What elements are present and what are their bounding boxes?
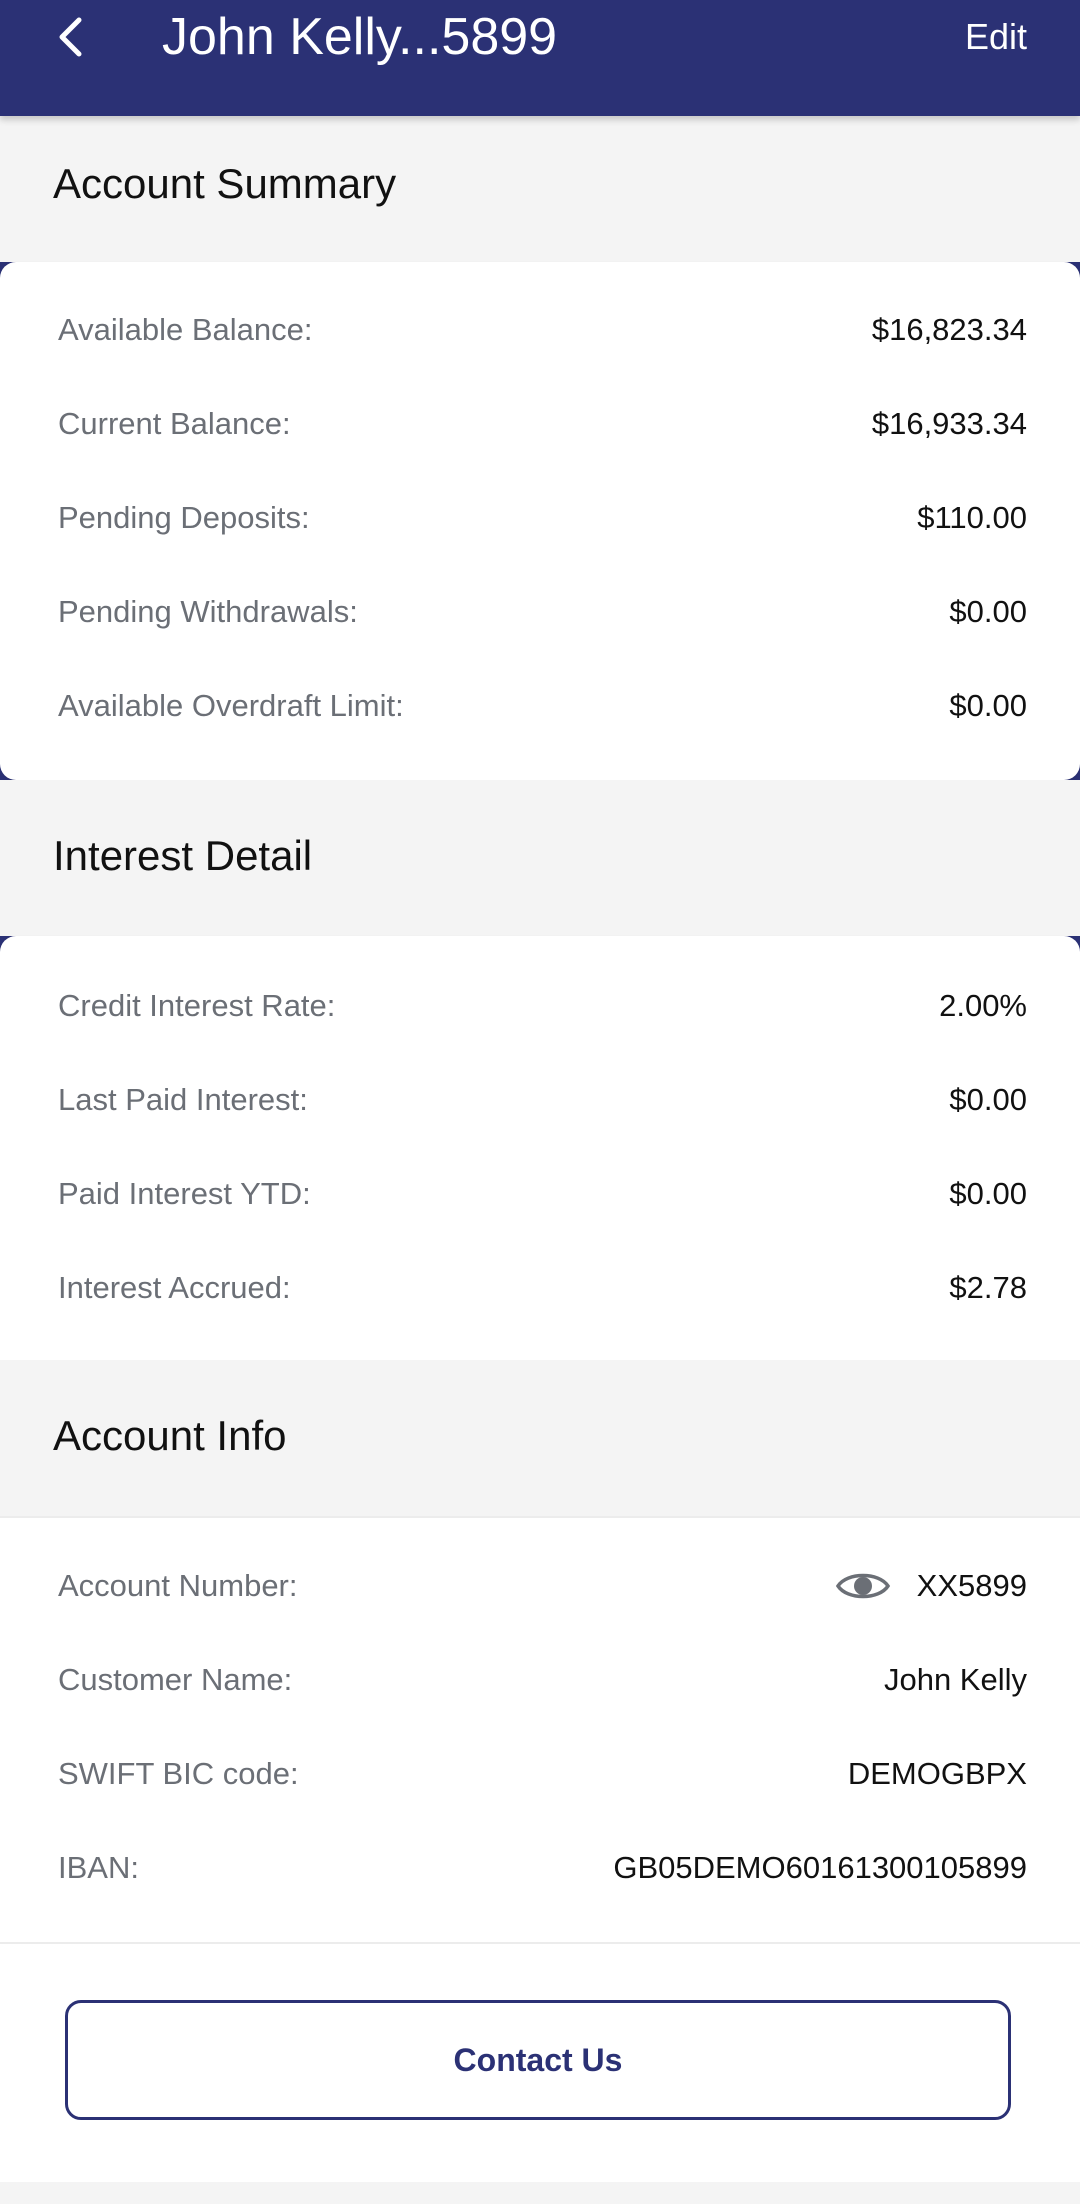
row-value: $2.78 xyxy=(949,1270,1027,1305)
info-row-swift-code: SWIFT BIC code: DEMOGBPX xyxy=(58,1744,1027,1804)
row-label: Available Overdraft Limit: xyxy=(58,688,404,723)
eye-icon[interactable] xyxy=(835,1566,891,1606)
row-value: $16,933.34 xyxy=(871,406,1027,441)
contact-us-button[interactable]: Contact Us xyxy=(65,2000,1011,2120)
summary-row-available-balance: Available Balance: $16,823.34 xyxy=(58,300,1027,360)
chevron-left-icon xyxy=(59,17,82,57)
interest-row-paid-ytd: Paid Interest YTD: $0.00 xyxy=(58,1164,1027,1224)
summary-row-pending-deposits: Pending Deposits: $110.00 xyxy=(58,488,1027,548)
contact-area: Contact Us xyxy=(0,1944,1080,2182)
page-title: John Kelly...5899 xyxy=(162,8,558,66)
summary-row-pending-withdrawals: Pending Withdrawals: $0.00 xyxy=(58,582,1027,642)
row-value: John Kelly xyxy=(883,1662,1027,1697)
row-value: XX5899 xyxy=(835,1566,1027,1606)
interest-row-accrued: Interest Accrued: $2.78 xyxy=(58,1258,1027,1318)
interest-detail-header: Interest Detail xyxy=(0,780,1080,936)
section-title: Account Summary xyxy=(53,160,397,207)
account-info-card: Account Number: XX5899 Customer Name: Jo… xyxy=(0,1518,1080,1942)
summary-row-current-balance: Current Balance: $16,933.34 xyxy=(58,394,1027,454)
row-label: Current Balance: xyxy=(58,406,291,441)
row-label: Pending Withdrawals: xyxy=(58,594,358,629)
account-summary-header: Account Summary xyxy=(0,116,1080,262)
account-info-header: Account Info xyxy=(0,1360,1080,1516)
row-value: $110.00 xyxy=(917,500,1027,535)
info-row-customer-name: Customer Name: John Kelly xyxy=(58,1650,1027,1710)
info-row-account-number: Account Number: XX5899 xyxy=(58,1556,1027,1616)
info-row-iban: IBAN: GB05DEMO60161300105899 xyxy=(58,1838,1027,1898)
account-summary-card: Available Balance: $16,823.34 Current Ba… xyxy=(0,262,1080,780)
row-value: $0.00 xyxy=(949,1082,1027,1117)
summary-row-overdraft-limit: Available Overdraft Limit: $0.00 xyxy=(58,676,1027,736)
interest-row-last-paid: Last Paid Interest: $0.00 xyxy=(58,1070,1027,1130)
row-value: 2.00% xyxy=(939,988,1027,1023)
row-label: Interest Accrued: xyxy=(58,1270,291,1305)
row-label: Customer Name: xyxy=(58,1662,293,1697)
row-value: DEMOGBPX xyxy=(847,1756,1027,1791)
row-label: Account Number: xyxy=(58,1568,298,1603)
row-label: SWIFT BIC code: xyxy=(58,1756,299,1791)
row-value: GB05DEMO60161300105899 xyxy=(613,1850,1027,1885)
section-title: Interest Detail xyxy=(53,832,313,879)
app-header: John Kelly...5899 Edit xyxy=(0,0,1080,116)
back-button[interactable] xyxy=(40,4,100,70)
row-label: Credit Interest Rate: xyxy=(58,988,336,1023)
row-label: Available Balance: xyxy=(58,312,313,347)
interest-detail-card: Credit Interest Rate: 2.00% Last Paid In… xyxy=(0,936,1080,1360)
row-value: $16,823.34 xyxy=(871,312,1027,347)
row-label: Pending Deposits: xyxy=(58,500,310,535)
row-label: Last Paid Interest: xyxy=(58,1082,308,1117)
row-value: $0.00 xyxy=(949,688,1027,723)
section-title: Account Info xyxy=(53,1412,287,1459)
edit-button[interactable]: Edit xyxy=(965,0,1027,74)
row-value: $0.00 xyxy=(949,594,1027,629)
account-number-value: XX5899 xyxy=(916,1568,1027,1603)
interest-row-credit-rate: Credit Interest Rate: 2.00% xyxy=(58,976,1027,1036)
row-label: IBAN: xyxy=(58,1850,139,1885)
row-label: Paid Interest YTD: xyxy=(58,1176,311,1211)
row-value: $0.00 xyxy=(949,1176,1027,1211)
